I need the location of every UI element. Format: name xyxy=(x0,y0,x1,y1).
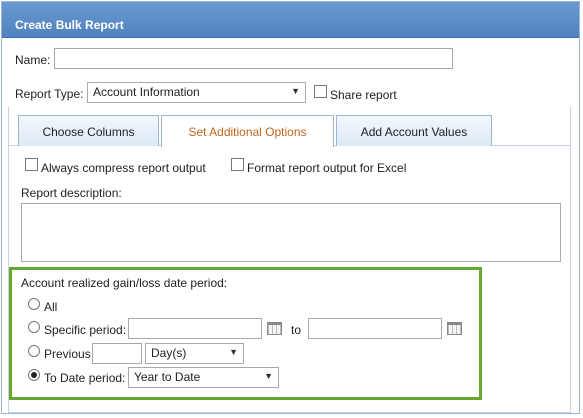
report-description-textarea[interactable] xyxy=(21,203,561,262)
dropdown-arrow-icon: ▼ xyxy=(291,86,300,96)
specific-period-end-input[interactable] xyxy=(308,318,442,339)
format-excel-checkbox[interactable] xyxy=(231,158,244,171)
radio-to-date-period[interactable] xyxy=(28,369,40,381)
share-report-checkbox[interactable] xyxy=(314,85,327,98)
tab-label: Choose Columns xyxy=(42,125,135,139)
report-type-select[interactable]: Account Information ▼ xyxy=(87,82,306,103)
tab-label: Set Additional Options xyxy=(188,125,307,139)
calendar-icon[interactable] xyxy=(447,322,462,335)
to-label: to xyxy=(291,323,302,337)
to-date-period-value: Year to Date xyxy=(134,370,201,384)
share-report-label: Share report xyxy=(330,88,397,102)
dropdown-arrow-icon: ▼ xyxy=(264,371,273,381)
radio-previous-label: Previous xyxy=(44,347,91,361)
radio-previous[interactable] xyxy=(28,345,40,357)
calendar-icon[interactable] xyxy=(267,322,282,335)
format-excel-label: Format report output for Excel xyxy=(247,161,407,175)
name-input[interactable] xyxy=(54,48,453,69)
dialog-titlebar: Create Bulk Report xyxy=(2,2,579,38)
radio-all[interactable] xyxy=(28,298,40,310)
compress-output-label: Always compress report output xyxy=(41,161,206,175)
tab-add-account-values[interactable]: Add Account Values xyxy=(336,115,492,146)
radio-all-label: All xyxy=(44,300,58,314)
radio-specific-period[interactable] xyxy=(28,321,40,333)
specific-period-start-input[interactable] xyxy=(128,318,262,339)
tab-choose-columns[interactable]: Choose Columns xyxy=(18,115,159,146)
report-description-label: Report description: xyxy=(21,186,122,200)
compress-output-checkbox[interactable] xyxy=(25,158,38,171)
tab-set-additional-options[interactable]: Set Additional Options xyxy=(161,115,334,147)
report-type-value: Account Information xyxy=(93,85,200,99)
radio-specific-period-label: Specific period: xyxy=(44,323,127,337)
previous-unit-value: Day(s) xyxy=(151,346,187,360)
previous-count-input[interactable] xyxy=(92,343,142,364)
to-date-period-select[interactable]: Year to Date ▼ xyxy=(128,367,279,388)
tab-label: Add Account Values xyxy=(360,125,468,139)
date-period-heading: Account realized gain/loss date period: xyxy=(21,276,228,290)
radio-to-date-period-label: To Date period: xyxy=(44,371,126,385)
previous-unit-select[interactable]: Day(s) ▼ xyxy=(145,343,244,364)
dialog-title: Create Bulk Report xyxy=(15,18,124,32)
dropdown-arrow-icon: ▼ xyxy=(229,347,238,357)
report-type-label: Report Type: xyxy=(15,87,84,101)
name-label: Name: xyxy=(15,53,51,67)
